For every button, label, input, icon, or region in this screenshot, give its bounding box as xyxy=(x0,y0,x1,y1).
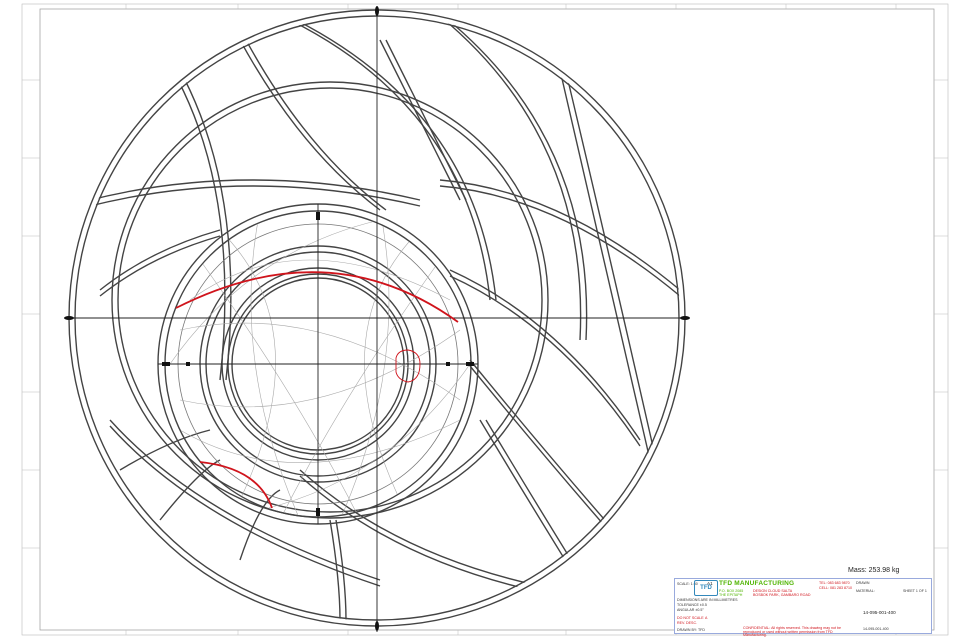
sheet-count: SHEET 1 OF 1 xyxy=(903,589,927,593)
material-label: MATERIAL: xyxy=(856,589,875,593)
copyright-notice: CONFIDENTIAL: All rights reserved. This … xyxy=(743,626,841,638)
site-line-2: BOSBOK PARK, GAMBARO ROAD xyxy=(753,593,811,597)
center-lines xyxy=(66,8,688,632)
address-line-2: THE EPITAPH xyxy=(719,593,743,597)
technical-drawing-sheet xyxy=(21,3,949,636)
revision-letter: A xyxy=(705,616,708,620)
tolerance-line-3: ANGULAR ±0.5° xyxy=(677,608,704,612)
company-name: TFD MANUFACTURING xyxy=(719,580,795,587)
drawing-number: 14-095-001-400 xyxy=(863,627,889,631)
mass-label: Mass: 253.98 kg xyxy=(848,567,900,574)
red-highlight-arc-top xyxy=(175,271,459,323)
tolerance-line-5: REV. DESC. xyxy=(677,621,698,625)
company-logo: TFD xyxy=(694,580,718,596)
cell-number: CELL: 081 283 8710 xyxy=(819,586,852,590)
part-number: 14-095-001-400 xyxy=(863,610,896,615)
drawn-by: DRAWN BY: TFD xyxy=(677,628,705,632)
sheet-inner-border xyxy=(39,8,935,631)
drawn-label: DRAWN xyxy=(856,581,870,585)
